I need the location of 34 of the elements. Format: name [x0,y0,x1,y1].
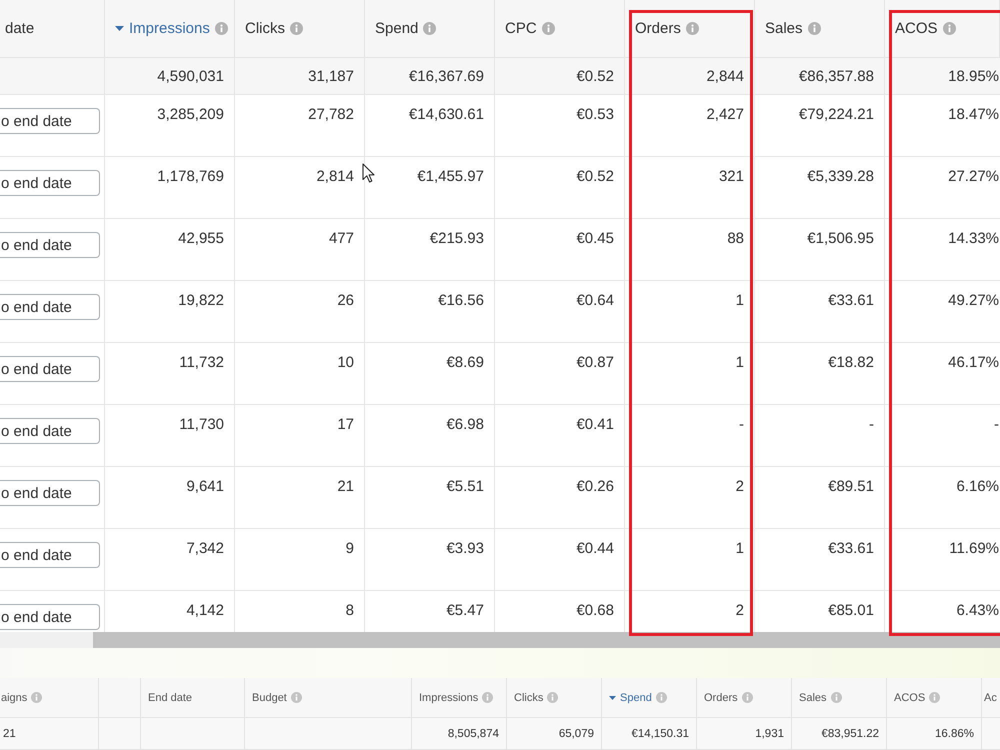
end-date-button[interactable]: o end date [0,108,100,134]
info-icon[interactable] [942,22,956,35]
end-date-button[interactable]: o end date [0,170,100,196]
end-date-button[interactable]: o end date [0,294,100,320]
table-cell: 1,931 [697,718,792,750]
info-icon[interactable] [742,692,753,703]
info-icon[interactable] [214,22,228,35]
info-icon[interactable] [290,22,303,35]
table-cell: 8,505,874 [412,718,507,750]
end-date-button[interactable]: o end date [0,480,100,506]
info-icon[interactable] [482,692,494,703]
end-date-button[interactable]: o end date [0,356,100,382]
caret-icon [609,696,616,700]
info-icon[interactable] [830,692,842,703]
info-icon[interactable] [686,22,699,35]
cursor-icon [362,163,375,183]
table-cell: 65,079 [507,718,602,750]
table-cell: €14,150.31 [602,718,697,750]
info-icon[interactable] [547,692,558,703]
caret-icon [115,26,124,31]
table-cell: 21 [0,718,99,750]
info-icon[interactable] [808,22,821,35]
table-cell: 16.86% [887,718,982,750]
info-icon[interactable] [656,692,667,703]
info-icon[interactable] [423,22,436,35]
end-date-button[interactable]: o end date [0,232,100,258]
end-date-button[interactable]: o end date [0,604,100,630]
info-icon[interactable] [31,692,42,703]
table-cell: €83,951.22 [792,718,887,750]
info-icon[interactable] [542,22,555,35]
end-date-button[interactable]: o end date [0,418,100,444]
end-date-button[interactable]: o end date [0,542,100,568]
info-icon[interactable] [929,692,940,703]
info-icon[interactable] [290,692,302,703]
